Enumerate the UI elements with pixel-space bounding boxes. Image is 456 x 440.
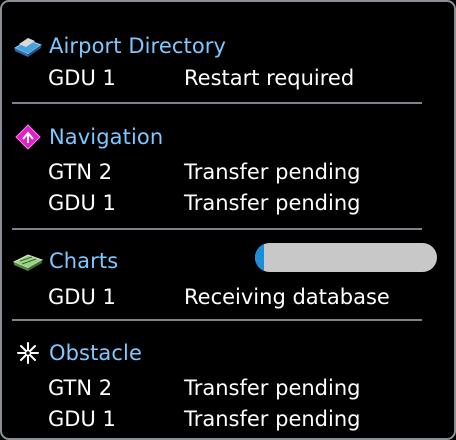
status-text: Transfer pending xyxy=(184,160,361,184)
section-header-airport-directory: Airport Directory xyxy=(12,30,226,62)
unit-label: GDU 1 xyxy=(48,191,116,215)
section-title: Charts xyxy=(49,249,119,273)
charts-progress-fill xyxy=(255,243,265,272)
divider xyxy=(12,102,422,104)
unit-label: GDU 1 xyxy=(48,407,116,431)
section-header-charts: Charts xyxy=(12,245,118,277)
airport-directory-icon xyxy=(12,32,44,60)
status-text: Transfer pending xyxy=(184,376,361,400)
section-title: Airport Directory xyxy=(49,34,227,58)
section-header-obstacle: Obstacle xyxy=(12,337,142,369)
divider xyxy=(12,228,422,230)
section-title: Navigation xyxy=(49,125,164,149)
status-text: Receiving database xyxy=(184,285,390,309)
status-row: GDU 1 Restart required xyxy=(2,64,454,94)
status-text: Restart required xyxy=(184,66,355,90)
unit-label: GTN 2 xyxy=(48,376,113,400)
status-row: GDU 1 Receiving database xyxy=(2,283,454,313)
obstacle-icon xyxy=(12,339,44,367)
unit-label: GDU 1 xyxy=(48,66,116,90)
unit-label: GDU 1 xyxy=(48,285,116,309)
section-header-navigation: Navigation xyxy=(12,121,163,153)
divider xyxy=(12,319,422,321)
status-text: Transfer pending xyxy=(184,407,361,431)
charts-progress-bar xyxy=(255,243,437,272)
status-text: Transfer pending xyxy=(184,191,361,215)
status-row: GDU 1 Transfer pending xyxy=(2,189,454,219)
status-row: GDU 1 Transfer pending xyxy=(2,405,454,435)
status-row: GTN 2 Transfer pending xyxy=(2,158,454,188)
charts-icon xyxy=(12,247,44,275)
navigation-icon xyxy=(12,123,44,151)
database-sync-panel: Airport Directory GDU 1 Restart required… xyxy=(0,0,456,440)
section-title: Obstacle xyxy=(49,341,143,365)
unit-label: GTN 2 xyxy=(48,160,113,184)
status-row: GTN 2 Transfer pending xyxy=(2,374,454,404)
